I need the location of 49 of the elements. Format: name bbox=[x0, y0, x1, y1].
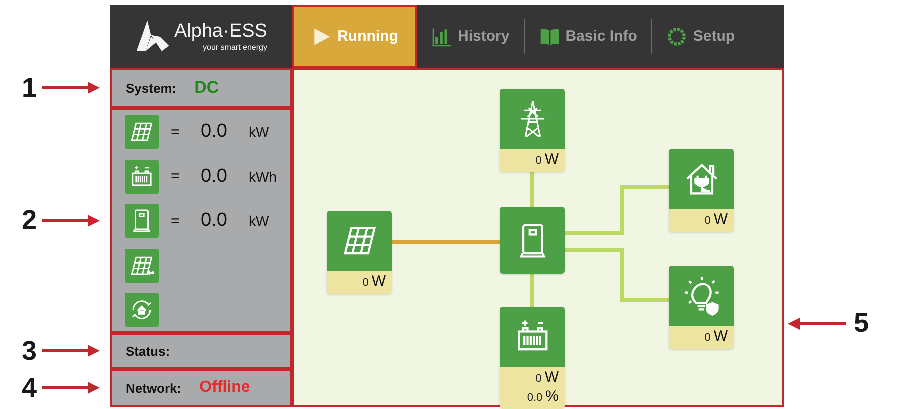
node-unit: W bbox=[544, 151, 559, 169]
equals-sign: = bbox=[171, 124, 181, 140]
node-value: 0 bbox=[536, 372, 542, 387]
callout-number: 2 bbox=[22, 205, 38, 236]
node-unit: W bbox=[544, 369, 559, 387]
callout-number: 5 bbox=[854, 308, 870, 339]
nav-tab[interactable]: Basic Info bbox=[524, 5, 652, 68]
status-label: Status: bbox=[126, 344, 170, 358]
callout-number: 3 bbox=[22, 336, 38, 366]
callout-arrow bbox=[42, 214, 102, 228]
network-value: Offline bbox=[200, 379, 250, 397]
metric-value: 0.0 bbox=[201, 166, 228, 188]
metric-value: 0.0 bbox=[201, 121, 228, 143]
gear-icon bbox=[666, 26, 688, 48]
home-cycle-icon bbox=[125, 293, 159, 327]
node-unit: W bbox=[372, 273, 386, 291]
battery-icon bbox=[125, 160, 159, 194]
callout-arrow bbox=[42, 81, 102, 95]
solar-panel-icon bbox=[125, 115, 159, 149]
equals-sign: = bbox=[171, 212, 181, 230]
brand-name: Alpha·ESS bbox=[174, 21, 268, 43]
node-value: 0.0 bbox=[527, 391, 543, 406]
nav-tab[interactable]: History bbox=[417, 5, 524, 68]
equals-sign: = bbox=[171, 168, 181, 185]
system-label: System: bbox=[126, 80, 177, 96]
inverter-icon bbox=[125, 204, 159, 238]
node-unit: % bbox=[546, 388, 559, 406]
metric-unit: kWh bbox=[249, 168, 277, 184]
node-value: 0 bbox=[704, 214, 711, 229]
node-value: 0 bbox=[362, 276, 369, 291]
metric-unit: kW bbox=[249, 213, 270, 229]
callout-arrow bbox=[42, 381, 102, 395]
network-label: Network: bbox=[126, 380, 182, 396]
node-value: 0 bbox=[704, 331, 711, 346]
logo-icon bbox=[134, 18, 171, 54]
node-unit: W bbox=[714, 211, 728, 229]
metric-value: 0.0 bbox=[201, 210, 228, 232]
solar-plug-icon bbox=[125, 248, 159, 282]
node-value: 0 bbox=[536, 154, 542, 169]
node-unit: W bbox=[714, 328, 728, 346]
nav-tab[interactable]: Setup bbox=[652, 5, 750, 68]
metric-unit: kW bbox=[249, 124, 270, 140]
callout-arrow bbox=[786, 316, 846, 330]
callout-number: 4 bbox=[22, 372, 38, 404]
inverter-node[interactable] bbox=[500, 207, 565, 274]
callout-number: 1 bbox=[22, 72, 38, 104]
callout-arrow bbox=[42, 344, 102, 358]
brand-tagline: your smart energy bbox=[203, 43, 268, 52]
system-value: DC bbox=[194, 78, 220, 98]
